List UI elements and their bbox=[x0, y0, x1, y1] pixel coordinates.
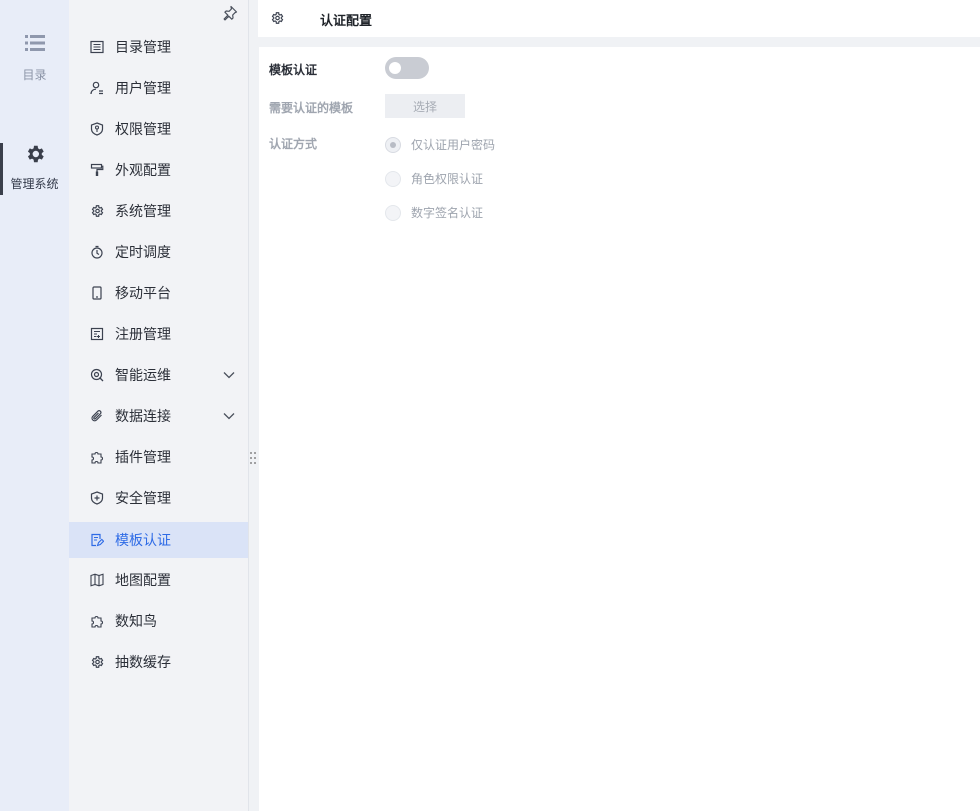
resize-handle-icon[interactable] bbox=[249, 450, 257, 466]
rail-label-admin: 管理系统 bbox=[10, 177, 59, 191]
templates-label: 需要认证的模板 bbox=[269, 101, 354, 115]
menu-label: 数据连接 bbox=[115, 409, 171, 425]
user-icon bbox=[90, 81, 103, 95]
menu-item-catalog[interactable]: 目录管理 bbox=[69, 29, 248, 65]
menu-item-registration[interactable]: 注册管理 bbox=[69, 316, 248, 352]
menu-label: 移动平台 bbox=[115, 286, 171, 302]
side-menu: 目录管理 用户管理 权限管理 外观配置 系统管理 定时调度 移动平台 注册管理 … bbox=[69, 0, 249, 811]
menu-item-permissions[interactable]: 权限管理 bbox=[69, 111, 248, 147]
page-header: 认证配置 bbox=[258, 0, 980, 37]
menu-label: 权限管理 bbox=[115, 122, 171, 138]
gear-icon bbox=[271, 12, 284, 24]
menu-item-map[interactable]: 地图配置 bbox=[69, 562, 248, 598]
rail-item-catalog[interactable]: 目录 bbox=[0, 34, 69, 83]
menu-label: 地图配置 bbox=[115, 573, 171, 589]
menu-item-shuzhiniao[interactable]: 数知鸟 bbox=[69, 603, 248, 639]
radio-role-permission[interactable]: 角色权限认证 bbox=[385, 170, 483, 187]
radio-dot bbox=[385, 170, 401, 187]
menu-item-plugins[interactable]: 插件管理 bbox=[69, 439, 248, 475]
app-rail: 目录 管理系统 bbox=[0, 0, 69, 811]
puzzle-icon bbox=[91, 616, 103, 628]
menu-label: 插件管理 bbox=[115, 450, 171, 466]
shield-key-icon bbox=[90, 122, 104, 136]
radio-dot bbox=[385, 204, 401, 221]
radio-dot bbox=[385, 136, 401, 153]
gear-icon bbox=[27, 145, 44, 163]
menu-label: 注册管理 bbox=[115, 327, 171, 343]
menu-label: 定时调度 bbox=[115, 245, 171, 261]
radio-label: 仅认证用户密码 bbox=[411, 138, 496, 152]
menu-label: 用户管理 bbox=[115, 81, 171, 97]
menu-label: 模板认证 bbox=[115, 533, 171, 549]
catalog-icon bbox=[90, 40, 104, 54]
ops-icon bbox=[90, 368, 104, 382]
page-title: 认证配置 bbox=[320, 14, 373, 29]
menu-item-data-connection[interactable]: 数据连接 bbox=[69, 398, 248, 434]
toggle-knob bbox=[389, 62, 401, 74]
chevron-down-icon bbox=[223, 413, 235, 420]
menu-item-users[interactable]: 用户管理 bbox=[69, 70, 248, 106]
radio-password-only[interactable]: 仅认证用户密码 bbox=[385, 136, 495, 153]
menu-label: 外观配置 bbox=[115, 163, 171, 179]
menu-item-extract-cache[interactable]: 抽数缓存 bbox=[69, 644, 248, 680]
mobile-icon bbox=[92, 286, 102, 300]
puzzle-icon bbox=[91, 452, 103, 464]
template-auth-toggle[interactable] bbox=[385, 57, 429, 79]
pin-icon[interactable] bbox=[222, 5, 238, 21]
menu-label: 系统管理 bbox=[115, 204, 171, 220]
template-auth-icon bbox=[91, 533, 104, 547]
menu-label: 目录管理 bbox=[115, 40, 171, 56]
paint-roller-icon bbox=[90, 163, 104, 176]
menu-label: 数知鸟 bbox=[115, 614, 157, 630]
template-auth-label: 模板认证 bbox=[269, 63, 318, 77]
menu-item-template-auth[interactable]: 模板认证 bbox=[69, 522, 248, 558]
auth-config-panel: 模板认证 需要认证的模板 选择 认证方式 仅认证用户密码 角色权限认证 数字签名… bbox=[259, 47, 980, 811]
gear-icon bbox=[91, 205, 104, 217]
timer-icon bbox=[91, 245, 103, 259]
menu-label: 抽数缓存 bbox=[115, 655, 171, 671]
chevron-down-icon bbox=[223, 372, 235, 379]
select-templates-button[interactable]: 选择 bbox=[385, 94, 465, 118]
radio-digital-signature[interactable]: 数字签名认证 bbox=[385, 204, 483, 221]
menu-item-appearance[interactable]: 外观配置 bbox=[69, 152, 248, 188]
radio-label: 角色权限认证 bbox=[411, 172, 484, 186]
menu-item-ops[interactable]: 智能运维 bbox=[69, 357, 248, 393]
menu-label: 智能运维 bbox=[115, 368, 171, 384]
menu-item-security[interactable]: 安全管理 bbox=[69, 480, 248, 516]
rail-item-admin[interactable]: 管理系统 bbox=[0, 143, 69, 195]
auth-method-label: 认证方式 bbox=[269, 137, 318, 151]
menu-item-system[interactable]: 系统管理 bbox=[69, 193, 248, 229]
rail-label-catalog: 目录 bbox=[22, 68, 47, 82]
paperclip-icon bbox=[91, 410, 102, 422]
radio-label: 数字签名认证 bbox=[411, 206, 484, 220]
shield-plus-icon bbox=[90, 491, 104, 505]
list-icon bbox=[24, 35, 45, 51]
register-icon bbox=[90, 327, 104, 341]
map-icon bbox=[90, 573, 104, 587]
gear-icon bbox=[91, 656, 104, 668]
menu-item-mobile[interactable]: 移动平台 bbox=[69, 275, 248, 311]
menu-item-scheduling[interactable]: 定时调度 bbox=[69, 234, 248, 270]
menu-label: 安全管理 bbox=[115, 491, 171, 507]
